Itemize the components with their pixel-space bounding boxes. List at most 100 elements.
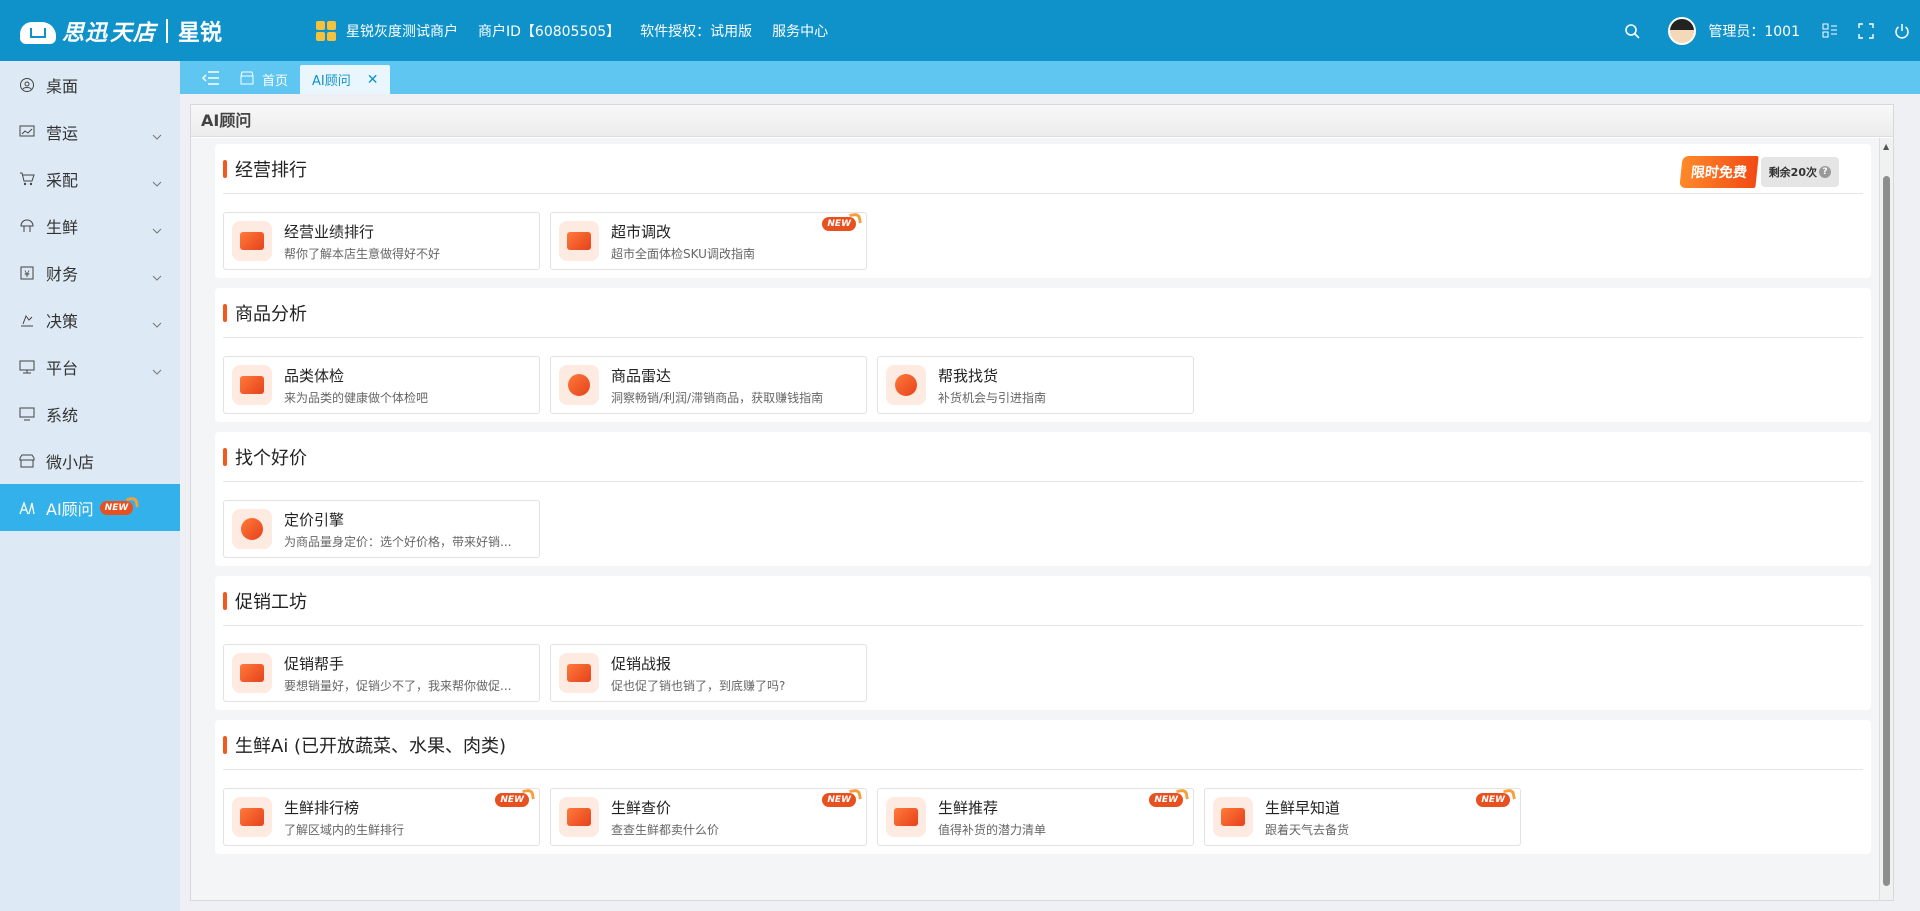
- section-promotion-workshop: 促销工坊 促销帮手 要想销量好，促销少不了，我来帮你做促... 促销战报促也促了销…: [215, 576, 1871, 710]
- chart-icon: [559, 797, 599, 837]
- admin-label[interactable]: 管理员：1001: [1708, 21, 1800, 41]
- radar-icon: [559, 365, 599, 405]
- sidebar-item-desktop[interactable]: 桌面: [0, 61, 180, 108]
- main-panel: AI顾问 经营排行 限时免费 剩余20次? 经营业绩排行 帮你了解本店生意做得好不…: [190, 104, 1894, 901]
- power-icon[interactable]: [1892, 21, 1912, 41]
- top-header: 思迅 天店 星锐 星锐灰度测试商户 商户ID【60805505】 软件授权：试用…: [0, 0, 1920, 61]
- section-accent-bar: [223, 735, 227, 754]
- card-desc: 超市全面体检SKU调改指南: [611, 246, 755, 261]
- sidebar-item-finance[interactable]: ¥ 财务: [0, 249, 180, 296]
- sidebar-item-mini-store[interactable]: 微小店: [0, 437, 180, 484]
- layout-icon[interactable]: [1820, 21, 1840, 41]
- card-fresh-price-check[interactable]: 生鲜查价 查查生鲜都卖什么价 NEW: [550, 788, 867, 846]
- system-icon: [18, 405, 36, 423]
- scrollbar-thumb[interactable]: [1883, 176, 1890, 886]
- close-icon[interactable]: ✕: [367, 72, 379, 88]
- chart-icon: [1213, 797, 1253, 837]
- sidebar-item-purchase[interactable]: 采配: [0, 155, 180, 202]
- report-icon: [559, 653, 599, 693]
- card-list: 促销帮手 要想销量好，促销少不了，我来帮你做促... 促销战报促也促了销也销了，到…: [223, 644, 1863, 702]
- card-desc: 洞察畅销/利润/滞销商品，获取赚钱指南: [611, 390, 824, 405]
- section-accent-bar: [223, 447, 227, 466]
- collapse-menu-icon[interactable]: [194, 61, 228, 94]
- tab-label: AI顾问: [312, 74, 351, 89]
- remaining-label: 剩余20次: [1768, 166, 1817, 179]
- card-supermarket-adjust[interactable]: 超市调改 超市全面体检SKU调改指南 NEW: [550, 212, 867, 270]
- new-badge: NEW: [99, 500, 134, 515]
- remaining-count[interactable]: 剩余20次?: [1760, 157, 1839, 187]
- avatar[interactable]: [1668, 16, 1697, 45]
- license-info[interactable]: 软件授权：试用版: [640, 21, 752, 41]
- search-icon[interactable]: [1622, 21, 1642, 41]
- chevron-down-icon: [152, 125, 162, 144]
- price-icon: [232, 509, 272, 549]
- card-desc: 来为品类的健康做个体检吧: [284, 390, 429, 405]
- help-icon[interactable]: ?: [1819, 166, 1831, 178]
- card-fresh-recommend[interactable]: 生鲜推荐 值得补货的潜力清单 NEW: [877, 788, 1194, 846]
- card-performance-ranking[interactable]: 经营业绩排行 帮你了解本店生意做得好不好: [223, 212, 540, 270]
- sidebar-item-system[interactable]: 系统: [0, 390, 180, 437]
- sidebar-item-label: 采配: [46, 170, 79, 190]
- sidebar-item-label: 微小店: [46, 452, 95, 472]
- tab-ai-advisor[interactable]: AI顾问 ✕: [300, 65, 391, 94]
- chevron-down-icon: [152, 360, 162, 379]
- platform-icon: [18, 358, 36, 376]
- card-desc: 跟着天气去备货: [1265, 822, 1350, 837]
- card-fresh-ranking[interactable]: 生鲜排行榜 了解区域内的生鲜排行 NEW: [223, 788, 540, 846]
- merchant-name[interactable]: 星锐灰度测试商户: [346, 21, 458, 41]
- card-title: 商品雷达: [611, 366, 672, 385]
- chevron-down-icon: [152, 172, 162, 191]
- sidebar-item-ai-advisor[interactable]: AI顾问 NEW: [0, 484, 180, 531]
- card-find-goods[interactable]: 帮我找货 补货机会与引进指南: [877, 356, 1194, 414]
- card-desc: 为商品量身定价：选个好价格，带来好销...: [284, 534, 512, 549]
- promo-area: 限时免费 剩余20次?: [1679, 156, 1839, 188]
- card-list: 生鲜排行榜 了解区域内的生鲜排行 NEW 生鲜查价查查生鲜都卖什么价 NEW 生鲜…: [223, 788, 1863, 846]
- card-title: 帮我找货: [938, 366, 999, 385]
- service-center-link[interactable]: 服务中心: [772, 21, 828, 41]
- decision-icon: [18, 311, 36, 329]
- merchant-id: 商户ID【60805505】: [478, 23, 621, 40]
- tab-home[interactable]: 首页: [228, 65, 300, 94]
- section-accent-bar: [223, 591, 227, 610]
- product-name: 星锐: [178, 20, 223, 46]
- brand-name: 思迅: [62, 20, 109, 46]
- card-desc: 促也促了销也销了，到底赚了吗?: [611, 678, 786, 693]
- card-product-radar[interactable]: 商品雷达洞察畅销/利润/滞销商品，获取赚钱指南: [550, 356, 867, 414]
- tab-bar: 首页 AI顾问 ✕: [180, 61, 1920, 94]
- scroll-up-icon[interactable]: ▲: [1883, 142, 1889, 151]
- card-pricing-engine[interactable]: 定价引擎 为商品量身定价：选个好价格，带来好销...: [223, 500, 540, 558]
- card-title: 生鲜查价: [611, 798, 672, 817]
- section-title: 找个好价: [235, 447, 307, 469]
- sidebar-item-fresh[interactable]: 生鲜: [0, 202, 180, 249]
- tab-label: 首页: [262, 74, 289, 89]
- section-title: 商品分析: [235, 303, 307, 325]
- top-nav: 星锐灰度测试商户 商户ID【60805505】 软件授权：试用版 服务中心: [346, 21, 848, 41]
- card-desc: 帮你了解本店生意做得好不好: [284, 246, 441, 261]
- new-badge: NEW: [822, 217, 856, 231]
- fullscreen-icon[interactable]: [1856, 21, 1876, 41]
- vertical-scrollbar[interactable]: ▲: [1879, 138, 1893, 900]
- chart-icon: [232, 221, 272, 261]
- card-fresh-forecast[interactable]: 生鲜早知道 跟着天气去备货 NEW: [1204, 788, 1521, 846]
- sidebar-item-label: 桌面: [46, 76, 79, 96]
- operations-icon: [18, 123, 36, 141]
- sidebar-item-decision[interactable]: 决策: [0, 296, 180, 343]
- card-promotion-helper[interactable]: 促销帮手 要想销量好，促销少不了，我来帮你做促...: [223, 644, 540, 702]
- section-header: 经营排行: [223, 144, 1863, 194]
- new-badge: NEW: [495, 793, 529, 807]
- card-title: 促销战报: [611, 654, 672, 673]
- sidebar-item-operations[interactable]: 营运: [0, 108, 180, 155]
- card-promotion-report[interactable]: 促销战报促也促了销也销了，到底赚了吗?: [550, 644, 867, 702]
- ai-icon: [18, 499, 36, 517]
- card-category-checkup[interactable]: 品类体检 来为品类的健康做个体检吧: [223, 356, 540, 414]
- sidebar-item-label: 系统: [46, 405, 79, 425]
- section-header: 生鲜Ai (已开放蔬菜、水果、肉类): [223, 720, 1863, 770]
- sidebar-item-label: 平台: [46, 358, 79, 378]
- section-header: 促销工坊: [223, 576, 1863, 626]
- sidebar-item-label: 决策: [46, 311, 79, 331]
- merchant-grid-icon[interactable]: [316, 20, 336, 41]
- card-desc: 查查生鲜都卖什么价: [611, 822, 720, 837]
- store-icon: [18, 452, 36, 470]
- sidebar-item-platform[interactable]: 平台: [0, 343, 180, 390]
- chevron-down-icon: [152, 266, 162, 285]
